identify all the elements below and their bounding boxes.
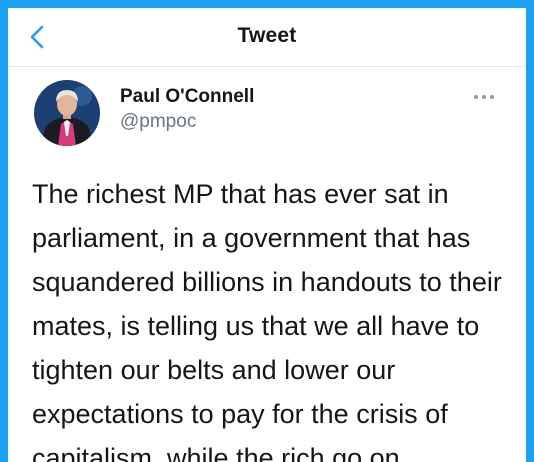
- author-handle[interactable]: @pmpoc: [120, 111, 196, 133]
- ellipsis-icon[interactable]: [470, 90, 498, 104]
- avatar[interactable]: [34, 80, 100, 146]
- tweet-screen: Tweet Paul O'Connell @pmpoc The richest …: [8, 8, 526, 462]
- top-nav-bar: Tweet: [8, 8, 526, 67]
- tweet-text: The richest MP that has ever sat in parl…: [32, 179, 502, 462]
- page-title: Tweet: [237, 24, 297, 47]
- author-name[interactable]: Paul O'Connell: [120, 86, 254, 108]
